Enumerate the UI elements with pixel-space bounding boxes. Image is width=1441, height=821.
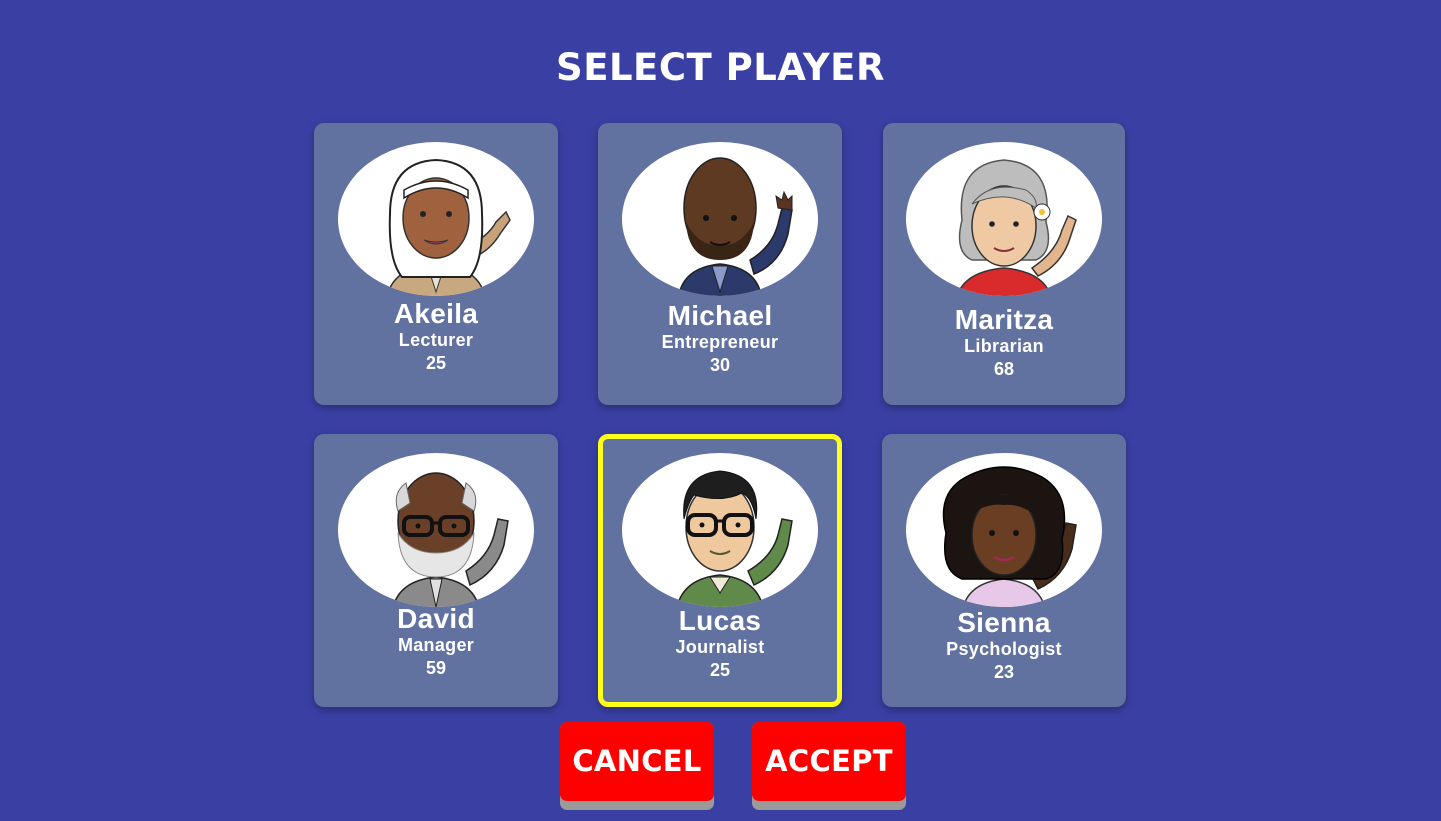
player-name: Michael (667, 300, 773, 331)
accept-button[interactable]: ACCEPT (752, 722, 906, 810)
accept-button-label: ACCEPT (752, 722, 906, 801)
player-age: 25 (425, 353, 447, 373)
player-job: Journalist (675, 637, 765, 657)
player-card-lucas[interactable]: Lucas Journalist 25 (598, 434, 842, 707)
maritza-portrait (906, 142, 1102, 296)
cancel-button-label: CANCEL (560, 722, 714, 801)
player-card-sienna[interactable]: Sienna Psychologist 23 (882, 434, 1126, 707)
player-age: 25 (709, 660, 731, 680)
player-card-david[interactable]: David Manager 59 (314, 434, 558, 707)
sienna-portrait (906, 453, 1102, 607)
player-job: Lecturer (398, 330, 474, 350)
cancel-button[interactable]: CANCEL (560, 722, 714, 810)
screen-title: SELECT PLAYER (556, 46, 885, 89)
player-age: 30 (709, 355, 731, 375)
player-age: 23 (993, 662, 1015, 682)
player-name: Maritza (954, 304, 1054, 335)
player-job: Psychologist (946, 639, 1062, 659)
player-card-maritza[interactable]: Maritza Librarian 68 (883, 123, 1125, 405)
player-name: Akeila (393, 298, 479, 329)
player-card-michael[interactable]: Michael Entrepreneur 30 (598, 123, 842, 405)
player-name: Sienna (957, 607, 1051, 638)
lucas-portrait (622, 453, 818, 607)
player-age: 59 (425, 658, 447, 678)
player-card-akeila[interactable]: Akeila Lecturer 25 (314, 123, 558, 405)
player-job: Manager (397, 635, 475, 655)
akeila-portrait (338, 142, 534, 296)
player-job: Entrepreneur (661, 332, 779, 352)
david-portrait (338, 453, 534, 607)
player-name: David (397, 603, 475, 634)
michael-portrait (622, 142, 818, 296)
player-name: Lucas (678, 605, 762, 636)
player-job: Librarian (964, 336, 1044, 356)
player-age: 68 (993, 359, 1015, 379)
